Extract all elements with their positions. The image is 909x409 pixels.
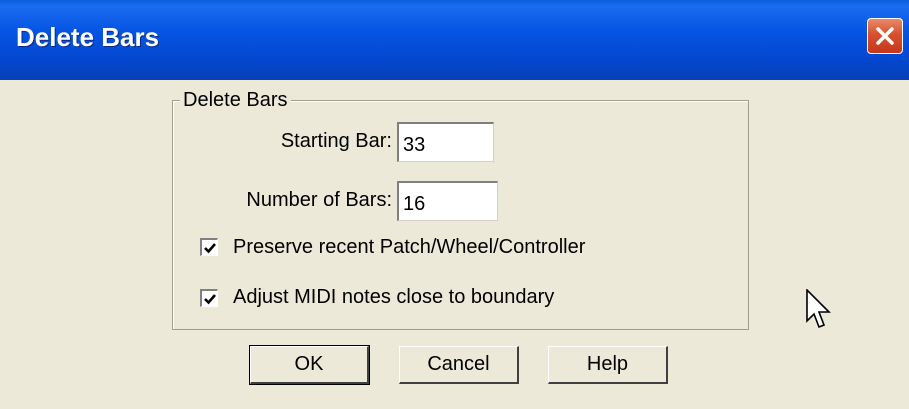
cancel-button[interactable]: Cancel (399, 346, 519, 384)
delete-bars-dialog: Delete Bars Delete Bars Starting Bar: Nu… (0, 0, 909, 409)
starting-bar-label: Starting Bar: (280, 130, 392, 152)
number-of-bars-label: Number of Bars: (246, 189, 392, 211)
cancel-button-label: Cancel (427, 353, 490, 375)
help-button[interactable]: Help (548, 346, 668, 384)
number-of-bars-input[interactable] (399, 183, 497, 220)
starting-bar-field[interactable] (397, 122, 494, 162)
check-icon (204, 294, 216, 305)
ok-button[interactable]: OK (249, 345, 370, 385)
close-icon (876, 27, 894, 45)
window-title: Delete Bars (16, 22, 160, 52)
preserve-checkbox[interactable] (200, 238, 218, 256)
check-icon (204, 243, 216, 254)
help-button-label: Help (586, 353, 629, 375)
ok-button-label: OK (294, 353, 324, 375)
group-label: Delete Bars (180, 89, 291, 112)
close-button[interactable] (867, 18, 903, 54)
adjust-midi-checkbox[interactable] (200, 289, 218, 307)
preserve-checkbox-label[interactable]: Preserve recent Patch/Wheel/Controller (233, 236, 585, 259)
mouse-pointer-icon (806, 289, 831, 329)
number-of-bars-field[interactable] (397, 181, 498, 221)
title-bar[interactable]: Delete Bars (0, 0, 909, 80)
adjust-midi-checkbox-label[interactable]: Adjust MIDI notes close to boundary (233, 286, 554, 309)
starting-bar-input[interactable] (399, 124, 493, 161)
